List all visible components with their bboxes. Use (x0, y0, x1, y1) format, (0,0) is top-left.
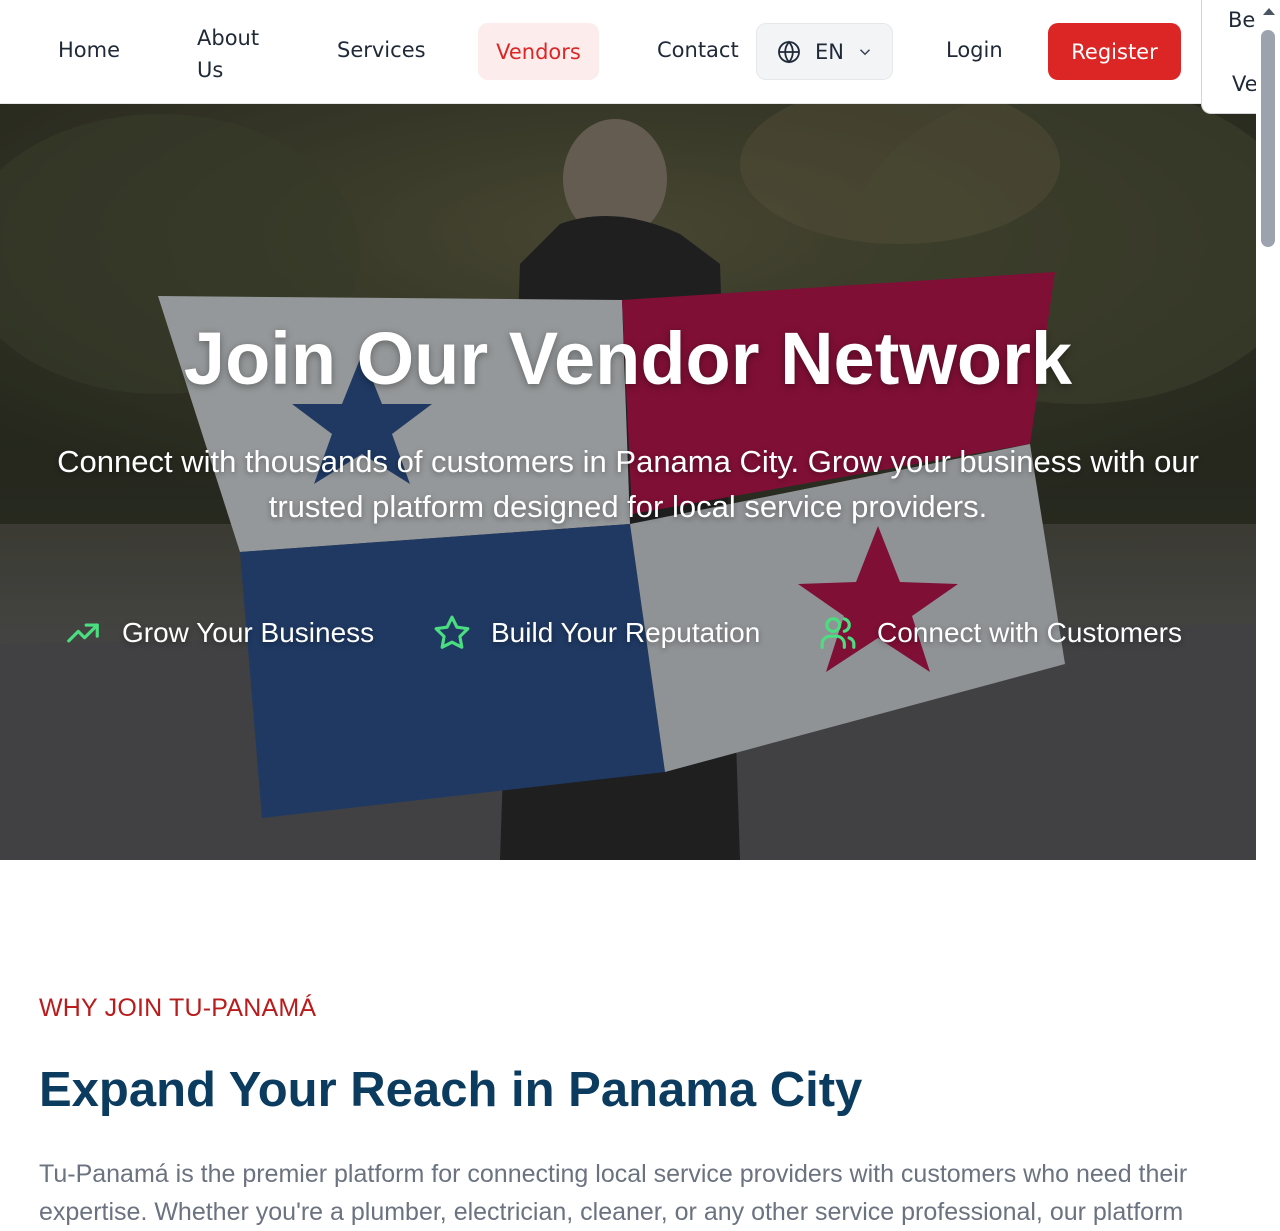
scroll-thumb[interactable] (1261, 30, 1275, 247)
hero-section: Join Our Vendor Network Connect with tho… (0, 104, 1256, 860)
feature-label: Grow Your Business (122, 617, 375, 648)
feature-connect-customers: Connect with Customers (819, 616, 1182, 650)
feature-build-reputation: Build Your Reputation (433, 615, 761, 650)
nav-services-link[interactable]: Services (337, 38, 426, 62)
section-kicker: WHY JOIN TU-PANAMÁ (39, 994, 317, 1022)
register-button[interactable]: Register (1048, 23, 1181, 80)
feature-grow-business: Grow Your Business (64, 616, 374, 650)
nav-about-link[interactable]: About Us (197, 22, 277, 86)
feature-label: Build Your Reputation (491, 617, 761, 648)
section-body: Tu-Panamá is the premier platform for co… (39, 1160, 1188, 1226)
hero-subtitle: Connect with thousands of customers in P… (57, 444, 1199, 524)
nav-vendors-link[interactable]: Vendors (478, 23, 599, 80)
globe-icon (778, 40, 800, 63)
feature-label: Connect with Customers (877, 617, 1183, 648)
nav-vendors-label: Vendors (496, 39, 581, 64)
trending-up-icon (67, 623, 99, 643)
nav-home-link[interactable]: Home (58, 38, 120, 62)
login-link[interactable]: Login (946, 38, 1003, 62)
star-icon (434, 615, 470, 649)
users-icon (820, 617, 856, 649)
register-label: Register (1071, 39, 1158, 64)
language-selector[interactable]: EN (756, 23, 893, 80)
page-scrollbar[interactable] (1256, 0, 1280, 1230)
nav-contact-link[interactable]: Contact (657, 38, 739, 62)
dropdown-item-vendor[interactable]: Ve (1232, 72, 1258, 96)
chevron-down-icon (859, 48, 871, 55)
language-code: EN (815, 39, 844, 64)
scroll-up-arrow-icon[interactable] (1263, 8, 1275, 15)
section-title: Expand Your Reach in Panama City (39, 1063, 863, 1117)
hero-title: Join Our Vendor Network (183, 317, 1073, 400)
top-navigation: Home About Us Services Vendors Contact E… (0, 0, 1256, 104)
